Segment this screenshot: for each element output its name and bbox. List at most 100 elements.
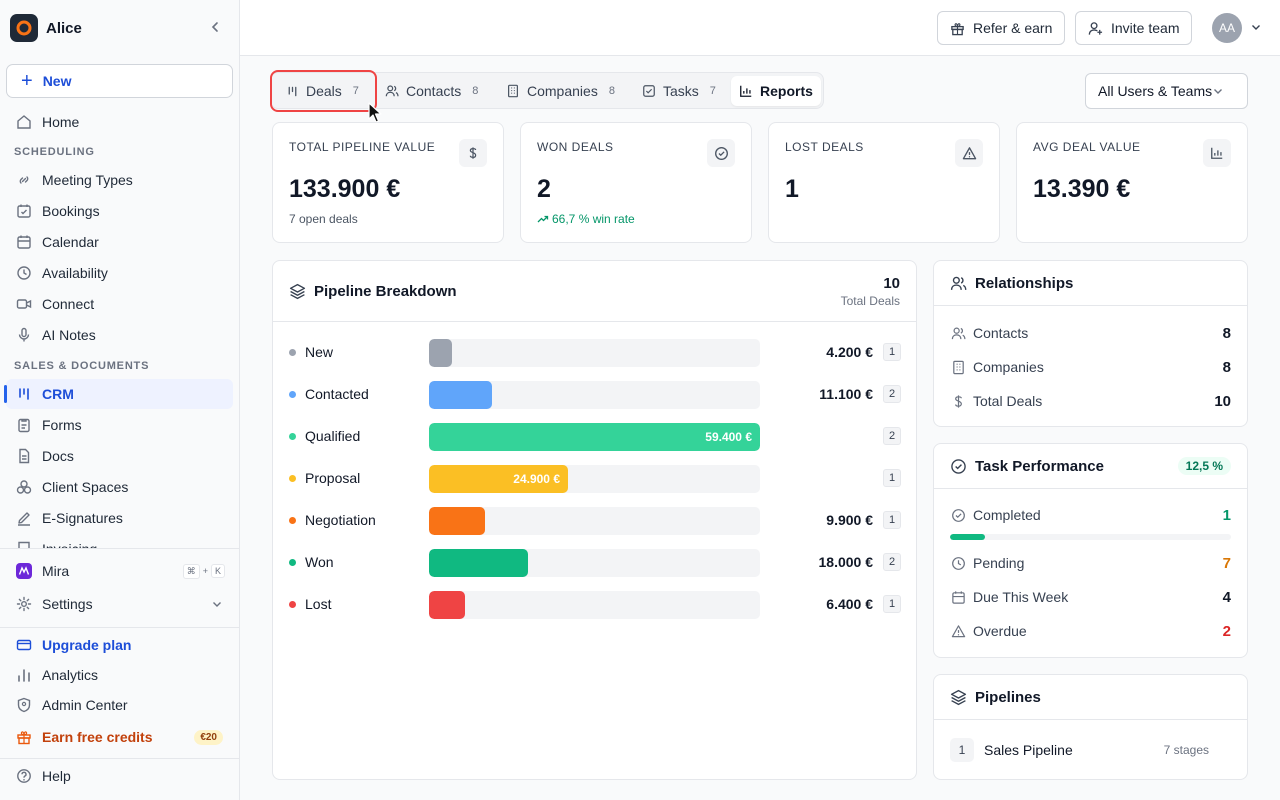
stage-bar-track (429, 381, 760, 409)
refer-earn-label: Refer & earn (973, 20, 1053, 36)
sidebar-item-help[interactable]: Help (6, 761, 233, 791)
invite-team-button[interactable]: Invite team (1075, 11, 1193, 45)
sidebar-item-settings[interactable]: Settings (6, 589, 233, 619)
avatar[interactable]: AA (1212, 13, 1242, 43)
sidebar-item-label: E-Signatures (42, 510, 123, 526)
new-button-label: New (42, 73, 72, 89)
stage-amount: 6.400 € (826, 596, 873, 612)
row-value: 1 (1222, 506, 1231, 524)
sidebar-item-upgrade-plan[interactable]: Upgrade plan (6, 630, 233, 660)
sidebar-item-ai-notes[interactable]: AI Notes (6, 320, 233, 350)
stage-deal-count: 1 (883, 595, 901, 613)
workspace-name: Alice (46, 19, 82, 37)
tab-reports[interactable]: Reports (731, 76, 821, 106)
sidebar-item-forms[interactable]: Forms (6, 410, 233, 440)
stat-label: LOST DEALS (785, 140, 864, 154)
sidebar-item-client-spaces[interactable]: Client Spaces (6, 472, 233, 502)
stage-bar-track (429, 591, 760, 619)
layers-icon (289, 283, 306, 300)
keyboard-shortcut: ⌘ + K (182, 563, 225, 579)
sidebar-item-connect[interactable]: Connect (6, 289, 233, 319)
chevron-down-icon[interactable] (1250, 21, 1262, 33)
sidebar-item-docs[interactable]: Docs (6, 441, 233, 471)
stage-color-dot (289, 559, 296, 566)
warning-triangle-icon (955, 139, 983, 167)
relationships-header: Relationships (934, 261, 1247, 306)
sidebar-item-meeting-types[interactable]: Meeting Types (6, 165, 233, 195)
stage-amount: 59.400 € (705, 430, 752, 444)
sidebar-item-availability[interactable]: Availability (6, 258, 233, 288)
sidebar-item-earn-credits[interactable]: Earn free credits €20 (6, 722, 233, 752)
pipeline-list-item[interactable]: 1 Sales Pipeline 7 stages (950, 738, 1209, 762)
pipeline-stage-row[interactable]: Negotiation 9.900 € 1 (289, 506, 901, 535)
calendar-icon (950, 589, 966, 605)
pipeline-stage-row[interactable]: Lost 6.400 € 1 (289, 590, 901, 619)
chevron-down-icon (1212, 85, 1224, 97)
stage-color-dot (289, 475, 296, 482)
kanban-icon (15, 385, 33, 403)
tab-tasks[interactable]: Tasks 7 (634, 76, 724, 106)
users-icon (385, 84, 399, 98)
sidebar-item-label: Docs (42, 448, 74, 464)
layers-icon (950, 689, 967, 706)
tab-contacts[interactable]: Contacts 8 (377, 76, 486, 106)
stage-bar-track (429, 339, 760, 367)
pipeline-stage-row[interactable]: Won 18.000 € 2 (289, 548, 901, 577)
sidebar-item-calendar[interactable]: Calendar (6, 227, 233, 257)
credits-badge: €20 (194, 729, 223, 745)
stage-color-dot (289, 433, 296, 440)
relationship-row-contacts: Contacts 8 (950, 323, 1231, 343)
stage-color-dot (289, 517, 296, 524)
sidebar-item-label: Bookings (42, 203, 100, 219)
gear-icon (15, 595, 33, 613)
new-button[interactable]: + New (6, 64, 233, 98)
pipelines-header: Pipelines (934, 675, 1247, 720)
pipeline-stage-row[interactable]: Qualified 59.400 € 2 (289, 422, 901, 451)
collapse-sidebar-icon[interactable] (208, 20, 222, 34)
stat-label: WON DEALS (537, 140, 614, 154)
topbar: Refer & earn Invite team AA (240, 0, 1280, 56)
sidebar-item-label: Upgrade plan (42, 637, 132, 653)
check-circle-icon (707, 139, 735, 167)
stage-deal-count: 2 (883, 553, 901, 571)
task-performance-title: Task Performance (950, 458, 1104, 475)
stage-deal-count: 1 (883, 511, 901, 529)
sidebar-item-mira[interactable]: Mira ⌘ + K (6, 556, 233, 586)
sidebar-divider (0, 548, 239, 549)
win-rate: 66,7 % win rate (552, 212, 635, 226)
stat-card-avg-deal-value: AVG DEAL VALUE 13.390 € (1016, 122, 1248, 243)
sidebar-item-label: Home (42, 114, 80, 130)
stat-card-total-pipeline: TOTAL PIPELINE VALUE 133.900 € 7 open de… (272, 122, 504, 243)
sidebar-item-analytics[interactable]: Analytics (6, 660, 233, 690)
dollar-icon (950, 393, 966, 409)
sidebar-item-invoicing[interactable]: Invoicing (6, 534, 233, 549)
row-label: Completed (973, 507, 1041, 523)
sidebar-scroll-overflow: Invoicing (0, 533, 239, 549)
task-row-overdue: Overdue 2 (950, 621, 1231, 641)
plus-icon: + (21, 70, 33, 92)
row-value: 4 (1222, 588, 1231, 606)
task-performance-card: Task Performance 12,5 % Completed 1 Pend… (933, 443, 1248, 658)
sidebar-item-home[interactable]: Home (6, 107, 233, 137)
sidebar-item-label: Client Spaces (42, 479, 129, 495)
clipboard-icon (15, 416, 33, 434)
pipeline-stage-row[interactable]: New 4.200 € 1 (289, 338, 901, 367)
stage-color-dot (289, 601, 296, 608)
sidebar-item-bookings[interactable]: Bookings (6, 196, 233, 226)
sidebar-item-admin-center[interactable]: Admin Center (6, 690, 233, 720)
users-teams-filter[interactable]: All Users & Teams (1085, 73, 1248, 109)
sidebar-item-crm[interactable]: CRM (4, 379, 233, 409)
sidebar-item-label: Analytics (42, 667, 99, 683)
stat-label: TOTAL PIPELINE VALUE (289, 140, 436, 154)
workspace-switcher[interactable]: Alice (10, 14, 230, 42)
sidebar-item-e-signatures[interactable]: E-Signatures (6, 503, 233, 533)
refer-earn-button[interactable]: Refer & earn (937, 11, 1066, 45)
tab-companies[interactable]: Companies 8 (498, 76, 623, 106)
sidebar-item-label: Forms (42, 417, 82, 433)
sidebar-item-label: Earn free credits (42, 729, 153, 745)
pipeline-stage-row[interactable]: Contacted 11.100 € 2 (289, 380, 901, 409)
document-icon (15, 447, 33, 465)
pipeline-stage-row[interactable]: Proposal 24.900 € 1 (289, 464, 901, 493)
stage-bar (429, 339, 452, 367)
row-value: 2 (1222, 622, 1231, 640)
